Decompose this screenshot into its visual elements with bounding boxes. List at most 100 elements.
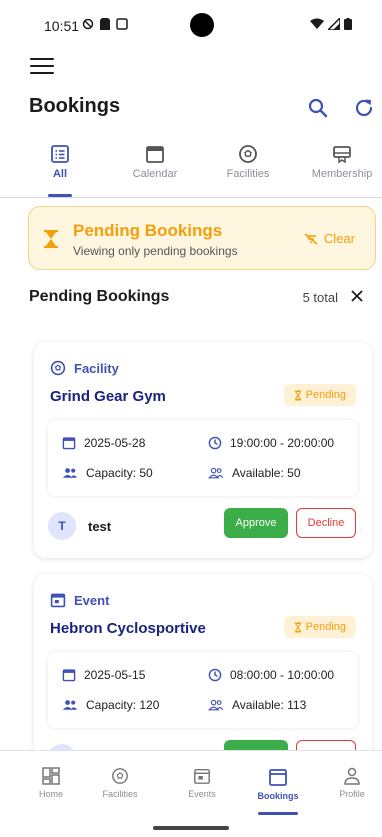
booking-type: Facility: [50, 360, 119, 376]
search-icon[interactable]: [306, 96, 330, 120]
booking-card[interactable]: Event Hebron Cyclosportive Pending 2025-…: [34, 574, 372, 750]
section-title: Pending Bookings: [29, 288, 170, 305]
calendar-icon: [62, 669, 76, 682]
status-label: Pending: [305, 621, 346, 633]
status-badge: Pending: [283, 616, 356, 638]
booking-details: 2025-05-28 19:00:00 - 20:00:00 Capacity:…: [48, 420, 358, 496]
status-icons-right: [310, 18, 352, 30]
calendar-icon: [62, 437, 76, 450]
dashboard-icon: [42, 767, 60, 785]
dnd-icon: [82, 18, 94, 30]
approve-button[interactable]: [224, 740, 288, 750]
tab-calendar[interactable]: Calendar: [110, 140, 200, 198]
tab-label: All: [52, 168, 68, 180]
booking-name: Hebron Cyclosportive: [50, 620, 206, 637]
soccer-ball-icon: [50, 360, 66, 376]
event-icon: [194, 768, 210, 784]
booking-time-text: 19:00:00 - 20:00:00: [230, 436, 335, 450]
clear-label: Clear: [323, 231, 355, 246]
status-icons-left: [82, 18, 128, 30]
status-label: Pending: [305, 389, 346, 401]
nav-label: Events: [188, 789, 216, 799]
booking-type-label: Event: [74, 592, 110, 608]
screen-icon: [116, 18, 128, 30]
booking-time-text: 08:00:00 - 10:00:00: [230, 668, 335, 682]
booking-date: 2025-05-15: [62, 668, 145, 682]
booking-available: Available: 50: [208, 466, 301, 480]
booking-time: 19:00:00 - 20:00:00: [208, 436, 334, 450]
tab-label: Membership: [311, 168, 373, 180]
hourglass-icon: [294, 390, 302, 400]
nav-home[interactable]: Home: [13, 751, 89, 817]
booking-date-text: 2025-05-28: [84, 436, 146, 450]
avatar: T: [48, 512, 76, 540]
decline-button[interactable]: Decline: [296, 508, 356, 538]
booking-type-label: Facility: [74, 360, 119, 376]
page-title: Bookings: [29, 95, 121, 117]
nav-label: Home: [38, 789, 63, 799]
decline-button[interactable]: [296, 740, 356, 750]
calendar-icon: [269, 769, 287, 786]
refresh-icon[interactable]: [352, 96, 376, 120]
booking-available-text: Available: 50: [232, 466, 301, 480]
group-outline-icon: [208, 467, 224, 479]
nav-facilities[interactable]: Facilities: [82, 751, 158, 817]
bookings-list[interactable]: Facility Grind Gear Gym Pending 2025-05-…: [0, 330, 382, 750]
wifi-icon: [310, 18, 324, 29]
tab-membership[interactable]: Membership: [297, 140, 382, 198]
booking-time: 08:00:00 - 10:00:00: [208, 668, 334, 682]
booking-details: 2025-05-15 08:00:00 - 10:00:00 Capacity:…: [48, 652, 358, 728]
filter-off-icon: [304, 232, 318, 245]
approve-button[interactable]: Approve: [224, 508, 288, 538]
clock-icon: [208, 436, 222, 450]
booking-date-text: 2025-05-15: [84, 668, 146, 682]
booking-capacity-text: Capacity: 120: [86, 698, 160, 712]
person-icon: [344, 767, 360, 785]
user-name: test: [88, 518, 112, 534]
booking-capacity-text: Capacity: 50: [86, 466, 153, 480]
event-icon: [50, 593, 66, 608]
status-time: 10:51: [44, 18, 80, 34]
close-icon[interactable]: [350, 289, 364, 303]
tab-all[interactable]: All: [15, 140, 105, 198]
booking-tabs: All Calendar Facilities Membership: [0, 140, 382, 198]
nav-label: Facilities: [102, 789, 138, 799]
soccer-ball-icon: [112, 768, 128, 784]
gesture-handle[interactable]: [153, 826, 229, 830]
nav-label: Bookings: [257, 791, 299, 801]
booking-capacity: Capacity: 50: [62, 466, 153, 480]
tab-label: Facilities: [226, 168, 270, 180]
calendar-icon: [146, 146, 164, 163]
group-outline-icon: [208, 699, 224, 711]
status-bar: 10:51: [0, 0, 382, 56]
booking-card[interactable]: Facility Grind Gear Gym Pending 2025-05-…: [34, 342, 372, 558]
section-count: 5 total: [302, 290, 338, 305]
tab-indicator: [48, 194, 72, 197]
nav-bookings[interactable]: Bookings: [240, 751, 316, 817]
nav-label: Profile: [339, 789, 365, 799]
clock-icon: [208, 668, 222, 682]
soccer-ball-icon: [239, 145, 257, 163]
menu-icon[interactable]: [30, 56, 54, 76]
banner-subtitle: Viewing only pending bookings: [73, 244, 238, 258]
pending-filter-banner: Pending Bookings Viewing only pending bo…: [28, 206, 376, 270]
booking-date: 2025-05-28: [62, 436, 145, 450]
bottom-navigation: Home Facilities Events Bookings Profile: [0, 750, 382, 816]
camera-cutout: [190, 13, 214, 37]
booking-type: Event: [50, 592, 109, 608]
status-badge: Pending: [283, 384, 356, 406]
clear-filter-button[interactable]: Clear: [304, 231, 355, 246]
group-icon: [62, 468, 78, 478]
tab-facilities[interactable]: Facilities: [203, 140, 293, 198]
hourglass-icon: [294, 622, 302, 632]
signal-icon: [328, 18, 340, 30]
nav-active-indicator: [258, 812, 298, 815]
nav-events[interactable]: Events: [164, 751, 240, 817]
nav-profile[interactable]: Profile: [314, 751, 382, 817]
tab-label: Calendar: [132, 168, 178, 180]
battery-icon: [344, 18, 352, 30]
hourglass-icon: [44, 230, 58, 248]
booking-capacity: Capacity: 120: [62, 698, 159, 712]
booking-available-text: Available: 113: [232, 698, 307, 712]
booking-available: Available: 113: [208, 698, 306, 712]
